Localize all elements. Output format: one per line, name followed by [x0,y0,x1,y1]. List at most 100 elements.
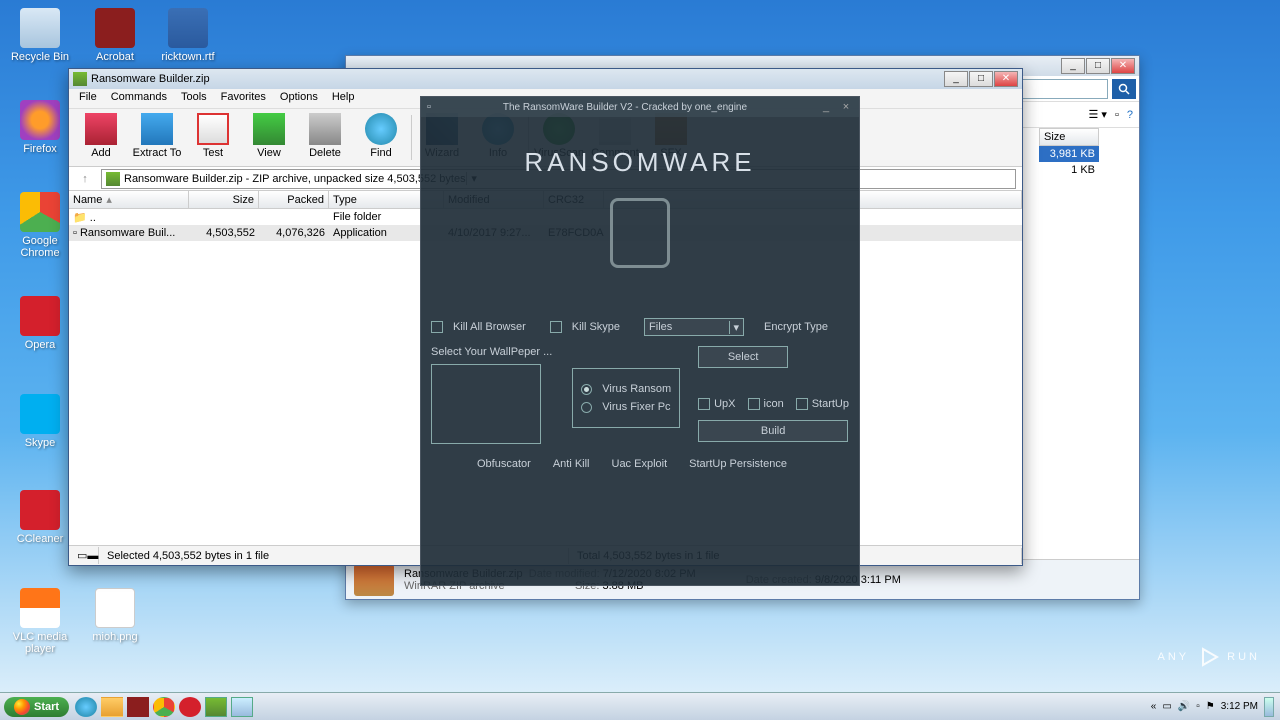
tray-chevrons-icon[interactable]: « [1151,701,1157,712]
show-desktop-button[interactable] [1264,697,1274,717]
view-icon [253,113,285,145]
desktop-chrome[interactable]: Google Chrome [10,192,70,259]
startup-checkbox[interactable] [796,398,808,410]
add-icon [85,113,117,145]
winrar-taskbar-icon[interactable] [205,697,227,717]
virus-ransom-radio[interactable] [581,384,592,395]
col-packed[interactable]: Packed [259,191,329,208]
rw-logo: RANSOMWARE [431,147,849,178]
tray-battery-icon[interactable]: ▭ [1162,701,1171,712]
close-button[interactable]: × [839,101,853,113]
obfuscator-label: Obfuscator [477,458,531,470]
ransomware-builder-window: ▫ The RansomWare Builder V2 - Cracked by… [420,96,860,586]
chrome-icon [20,192,60,232]
search-icon [1118,83,1130,95]
desktop-opera[interactable]: Opera [10,296,70,351]
extract-icon [141,113,173,145]
maximize-button[interactable]: □ [969,71,993,87]
kill-browser-checkbox[interactable] [431,321,443,333]
rw-title-text: The RansomWare Builder V2 - Cracked by o… [437,102,813,113]
tray-volume-icon[interactable]: 🔊 [1178,701,1190,712]
files-combo[interactable]: Files▾ [644,318,744,336]
recycle-bin-icon [20,8,60,48]
build-button[interactable]: Build [698,420,848,442]
minimize-button[interactable]: _ [944,71,968,87]
wallpaper-label: Select Your WallPeper ... [431,346,552,358]
play-icon [1195,644,1221,670]
upx-checkbox[interactable] [698,398,710,410]
desktop-recycle-bin[interactable]: Recycle Bin [10,8,70,63]
close-button[interactable]: ✕ [994,71,1018,87]
menu-options[interactable]: Options [274,89,324,108]
virus-type-group: Virus Ransom Virus Fixer Pc [572,368,680,428]
menu-file[interactable]: File [73,89,103,108]
app-taskbar-icon[interactable] [231,697,253,717]
toolbar-find[interactable]: Find [353,111,409,164]
desktop-ccleaner[interactable]: CCleaner [10,490,70,545]
opera-icon [20,296,60,336]
desktop-mioh[interactable]: mioh.png [85,588,145,643]
archive-icon [106,172,120,186]
tray-clock[interactable]: 3:12 PM [1221,701,1258,712]
column-size-header[interactable]: Size [1039,128,1099,146]
menu-commands[interactable]: Commands [105,89,173,108]
menu-favorites[interactable]: Favorites [215,89,272,108]
close-button[interactable]: ✕ [1111,58,1135,74]
wallpaper-preview [431,364,541,444]
firefox-icon [20,100,60,140]
toolbar-delete[interactable]: Delete [297,111,353,164]
virus-fixer-radio[interactable] [581,402,592,413]
encrypt-type-label: Encrypt Type [764,321,828,333]
anyrun-watermark: ANY RUN [1158,644,1260,670]
explorer-taskbar-icon[interactable] [101,697,123,717]
tray-network-icon[interactable]: ▫ [1196,701,1200,712]
desktop-firefox[interactable]: Firefox [10,100,70,155]
winrar-titlebar[interactable]: Ransomware Builder.zip _ □ ✕ [69,69,1022,89]
toolbar-test[interactable]: Test [185,111,241,164]
zip-icon [354,564,394,596]
skype-icon [20,394,60,434]
file-size-cell[interactable]: 1 KB [1039,162,1099,178]
icon-checkbox[interactable] [748,398,760,410]
vlc-icon [20,588,60,628]
minimize-button[interactable]: _ [1061,58,1085,74]
search-button[interactable] [1112,79,1136,99]
uac-label: Uac Exploit [612,458,668,470]
desktop-ricktown[interactable]: ricktown.rtf [158,8,218,63]
col-size[interactable]: Size [189,191,259,208]
desktop-skype[interactable]: Skype [10,394,70,449]
image-file-icon [95,588,135,628]
kill-skype-checkbox[interactable] [550,321,562,333]
start-button[interactable]: Start [4,697,69,717]
rw-titlebar[interactable]: ▫ The RansomWare Builder V2 - Cracked by… [421,97,859,117]
desktop-acrobat[interactable]: Acrobat [85,8,145,63]
persistence-label: StartUp Persistence [689,458,787,470]
taskbar: Start « ▭ 🔊 ▫ ⚑ 3:12 PM [0,692,1280,720]
ie-taskbar-icon[interactable] [75,697,97,717]
toolbar-add[interactable]: Add [73,111,129,164]
view-options-icon[interactable]: ☰ ▾ [1089,108,1107,121]
minimize-button[interactable]: _ [819,101,833,113]
select-button[interactable]: Select [698,346,788,368]
menu-tools[interactable]: Tools [175,89,213,108]
antikill-label: Anti Kill [553,458,590,470]
file-size-cell[interactable]: 3,981 KB [1039,146,1099,162]
acrobat-taskbar-icon[interactable] [127,697,149,717]
help-icon[interactable]: ? [1127,109,1133,121]
toolbar-extract[interactable]: Extract To [129,111,185,164]
winrar-title-text: Ransomware Builder.zip [91,73,210,85]
opera-taskbar-icon[interactable] [179,697,201,717]
delete-icon [309,113,341,145]
col-name[interactable]: Name ▴ [69,191,189,208]
maximize-button[interactable]: □ [1086,58,1110,74]
preview-pane-icon[interactable]: ▫ [1115,109,1119,121]
toolbar-view[interactable]: View [241,111,297,164]
menu-help[interactable]: Help [326,89,361,108]
desktop-vlc[interactable]: VLC media player [10,588,70,655]
lock-icon [610,198,670,268]
up-button[interactable]: ↑ [75,170,95,188]
tray-flag-icon[interactable]: ⚑ [1206,701,1215,712]
winrar-icon [73,72,87,86]
chrome-taskbar-icon[interactable] [153,697,175,717]
rtf-icon [168,8,208,48]
